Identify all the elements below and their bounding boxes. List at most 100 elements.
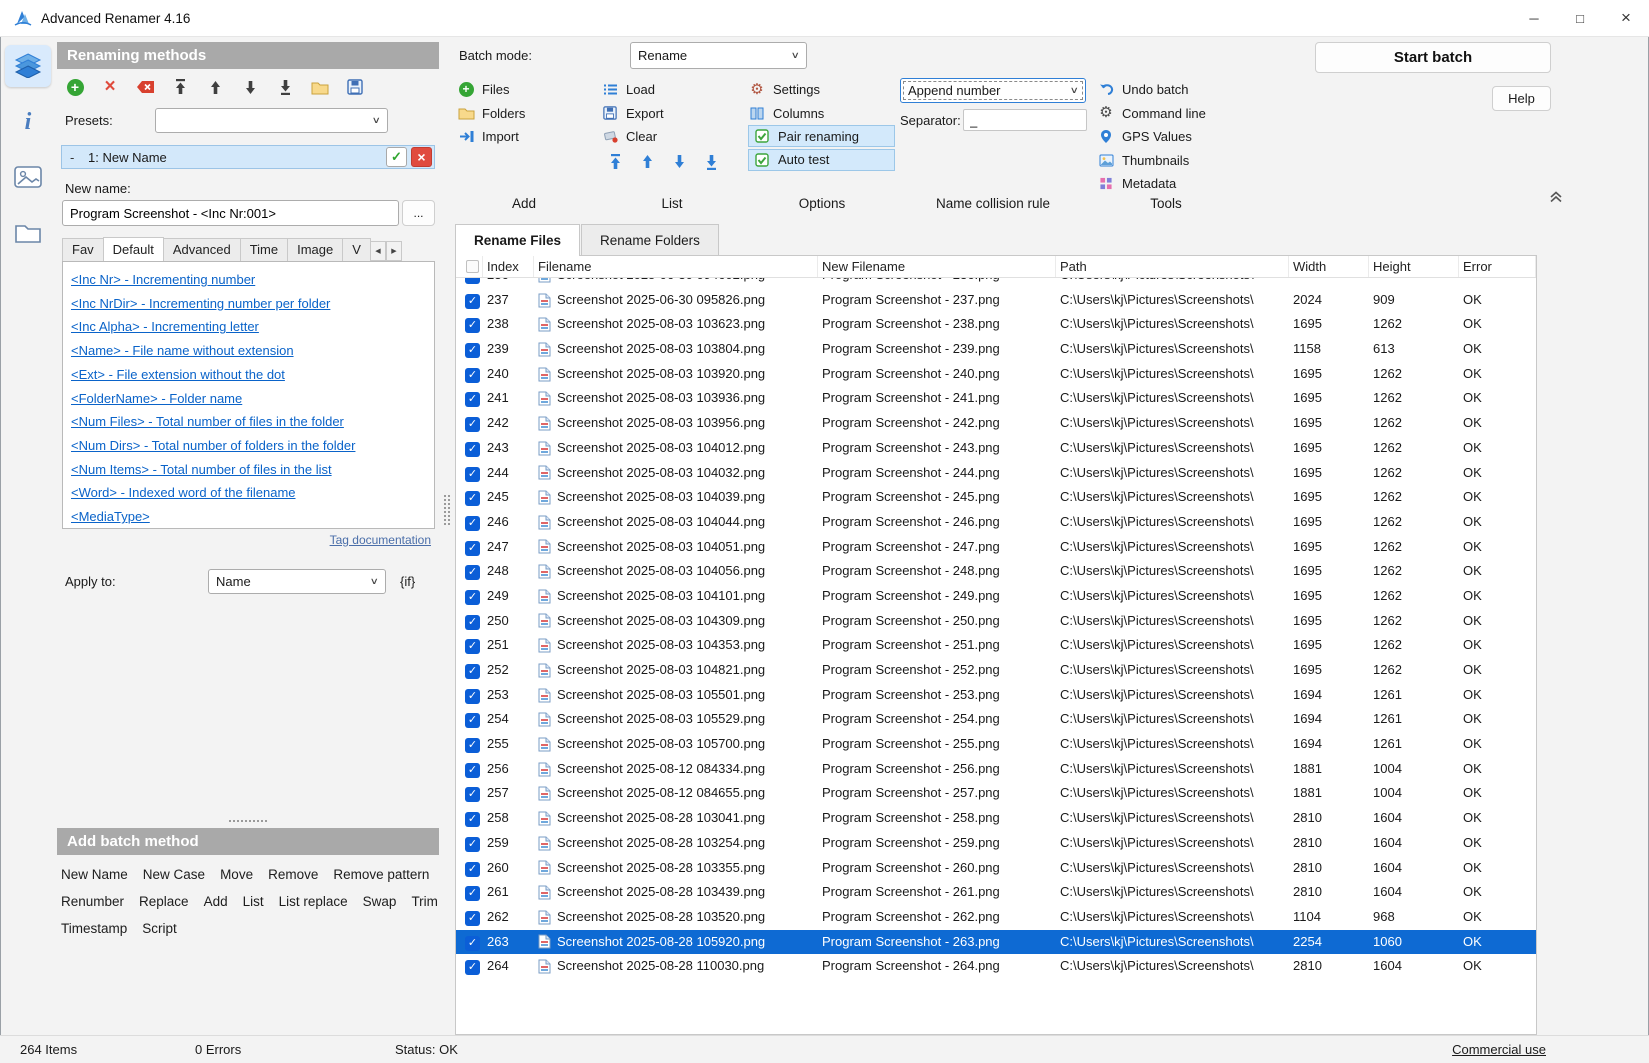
- row-checkbox[interactable]: ✓: [465, 812, 480, 827]
- method-delete-button[interactable]: ×: [411, 147, 432, 167]
- batch-method-button[interactable]: Script: [142, 921, 177, 936]
- presets-dropdown[interactable]: ∨: [155, 108, 388, 133]
- column-header-height[interactable]: Height: [1369, 256, 1459, 277]
- table-row[interactable]: ✓253Screenshot 2025-08-03 105501.pngProg…: [456, 683, 1536, 708]
- batch-method-button[interactable]: Timestamp: [61, 921, 127, 936]
- table-header[interactable]: Index Filename New Filename Path Width H…: [456, 256, 1536, 278]
- row-checkbox[interactable]: ✓: [465, 590, 480, 605]
- column-header-error[interactable]: Error: [1459, 256, 1536, 277]
- row-checkbox[interactable]: ✓: [465, 763, 480, 778]
- move-method-up-button[interactable]: [205, 78, 225, 96]
- move-method-bottom-button[interactable]: [275, 78, 295, 96]
- row-checkbox[interactable]: ✓: [465, 541, 480, 556]
- load-button[interactable]: Load: [601, 78, 718, 102]
- row-checkbox[interactable]: ✓: [465, 343, 480, 358]
- batch-method-button[interactable]: List replace: [279, 894, 348, 909]
- new-name-input[interactable]: [62, 200, 399, 226]
- columns-button[interactable]: Columns: [748, 102, 895, 126]
- tag-documentation-link[interactable]: Tag documentation: [330, 533, 431, 547]
- tab-image[interactable]: Image: [287, 238, 343, 261]
- move-up-button[interactable]: [641, 154, 654, 173]
- row-checkbox[interactable]: ✓: [465, 936, 480, 951]
- table-row[interactable]: ✓247Screenshot 2025-08-03 104051.pngProg…: [456, 535, 1536, 560]
- row-checkbox[interactable]: ✓: [465, 565, 480, 580]
- commercial-use-link[interactable]: Commercial use: [1452, 1042, 1546, 1057]
- rail-image-button[interactable]: [5, 157, 51, 199]
- table-row[interactable]: ✓260Screenshot 2025-08-28 103355.pngProg…: [456, 856, 1536, 881]
- rail-info-button[interactable]: i: [5, 101, 51, 143]
- table-row[interactable]: ✓237Screenshot 2025-06-30 095826.pngProg…: [456, 288, 1536, 313]
- collapse-toolbar-button[interactable]: [1546, 188, 1566, 206]
- table-row[interactable]: ✓238Screenshot 2025-08-03 103623.pngProg…: [456, 312, 1536, 337]
- row-checkbox[interactable]: ✓: [465, 689, 480, 704]
- rail-renaming-methods-button[interactable]: [5, 45, 51, 87]
- tag-link[interactable]: <Inc NrDir> - Incrementing number per fo…: [71, 292, 426, 316]
- help-button[interactable]: Help: [1492, 86, 1551, 111]
- tag-link[interactable]: <FolderName> - Folder name: [71, 387, 426, 411]
- row-checkbox[interactable]: ✓: [465, 713, 480, 728]
- table-row[interactable]: ✓241Screenshot 2025-08-03 103936.pngProg…: [456, 386, 1536, 411]
- pair-renaming-toggle[interactable]: Pair renaming: [748, 125, 895, 147]
- row-checkbox[interactable]: ✓: [465, 615, 480, 630]
- batch-method-button[interactable]: Replace: [139, 894, 189, 909]
- row-checkbox[interactable]: ✓: [465, 417, 480, 432]
- table-row[interactable]: ✓263Screenshot 2025-08-28 105920.pngProg…: [456, 930, 1536, 955]
- move-method-top-button[interactable]: [170, 78, 190, 96]
- settings-button[interactable]: ⚙ Settings: [748, 78, 895, 102]
- if-condition-button[interactable]: {if}: [400, 574, 415, 589]
- panel-splitter[interactable]: [444, 495, 450, 525]
- tab-advanced[interactable]: Advanced: [163, 238, 241, 261]
- export-button[interactable]: Export: [601, 102, 718, 126]
- column-header-width[interactable]: Width: [1289, 256, 1369, 277]
- delete-method-button[interactable]: ×: [100, 78, 120, 96]
- batch-method-button[interactable]: Renumber: [61, 894, 124, 909]
- table-row[interactable]: ✓255Screenshot 2025-08-03 105700.pngProg…: [456, 732, 1536, 757]
- row-checkbox[interactable]: ✓: [465, 787, 480, 802]
- undo-batch-button[interactable]: Undo batch: [1097, 78, 1206, 102]
- close-button[interactable]: ×: [1603, 0, 1649, 36]
- clear-button[interactable]: Clear: [601, 125, 718, 149]
- row-checkbox[interactable]: ✓: [465, 738, 480, 753]
- maximize-button[interactable]: □: [1557, 0, 1603, 36]
- collapse-marker[interactable]: -: [70, 150, 88, 165]
- table-row[interactable]: ✓239Screenshot 2025-08-03 103804.pngProg…: [456, 337, 1536, 362]
- row-checkbox[interactable]: ✓: [465, 911, 480, 926]
- column-header-path[interactable]: Path: [1056, 256, 1289, 277]
- command-line-button[interactable]: ⚙ Command line: [1097, 102, 1206, 126]
- move-top-button[interactable]: [609, 154, 622, 173]
- move-bottom-button[interactable]: [705, 154, 718, 173]
- batch-method-button[interactable]: Remove: [268, 867, 318, 882]
- row-checkbox[interactable]: ✓: [465, 294, 480, 309]
- table-row[interactable]: ✓240Screenshot 2025-08-03 103920.pngProg…: [456, 362, 1536, 387]
- start-batch-button[interactable]: Start batch: [1315, 42, 1551, 73]
- batch-method-button[interactable]: Swap: [363, 894, 397, 909]
- table-row[interactable]: ✓236Screenshot 2025-06-30 094602.pngProg…: [456, 278, 1536, 288]
- tab-scroll-right-button[interactable]: ▶: [386, 241, 402, 261]
- separator-input[interactable]: [963, 109, 1087, 131]
- folders-button[interactable]: Folders: [457, 102, 525, 126]
- batch-method-button[interactable]: Move: [220, 867, 253, 882]
- row-checkbox[interactable]: ✓: [465, 318, 480, 333]
- table-row[interactable]: ✓251Screenshot 2025-08-03 104353.pngProg…: [456, 633, 1536, 658]
- table-row[interactable]: ✓248Screenshot 2025-08-03 104056.pngProg…: [456, 559, 1536, 584]
- move-down-button[interactable]: [673, 154, 686, 173]
- row-checkbox[interactable]: ✓: [465, 862, 480, 877]
- tab-scroll-left-button[interactable]: ◀: [370, 241, 386, 261]
- tab-rename-files[interactable]: Rename Files: [455, 224, 580, 256]
- import-button[interactable]: Import: [457, 125, 525, 149]
- table-row[interactable]: ✓244Screenshot 2025-08-03 104032.pngProg…: [456, 461, 1536, 486]
- tag-link[interactable]: <Name> - File name without extension: [71, 339, 426, 363]
- table-row[interactable]: ✓256Screenshot 2025-08-12 084334.pngProg…: [456, 757, 1536, 782]
- batch-method-button[interactable]: Trim: [411, 894, 438, 909]
- row-checkbox[interactable]: ✓: [465, 392, 480, 407]
- table-row[interactable]: ✓261Screenshot 2025-08-28 103439.pngProg…: [456, 880, 1536, 905]
- remove-all-methods-button[interactable]: [135, 78, 155, 96]
- row-checkbox[interactable]: ✓: [465, 516, 480, 531]
- row-checkbox[interactable]: ✓: [465, 467, 480, 482]
- batch-method-button[interactable]: List: [243, 894, 264, 909]
- row-checkbox[interactable]: ✓: [465, 886, 480, 901]
- table-row[interactable]: ✓246Screenshot 2025-08-03 104044.pngProg…: [456, 510, 1536, 535]
- table-row[interactable]: ✓264Screenshot 2025-08-28 110030.pngProg…: [456, 954, 1536, 979]
- metadata-button[interactable]: Metadata: [1097, 172, 1206, 196]
- row-checkbox[interactable]: ✓: [465, 491, 480, 506]
